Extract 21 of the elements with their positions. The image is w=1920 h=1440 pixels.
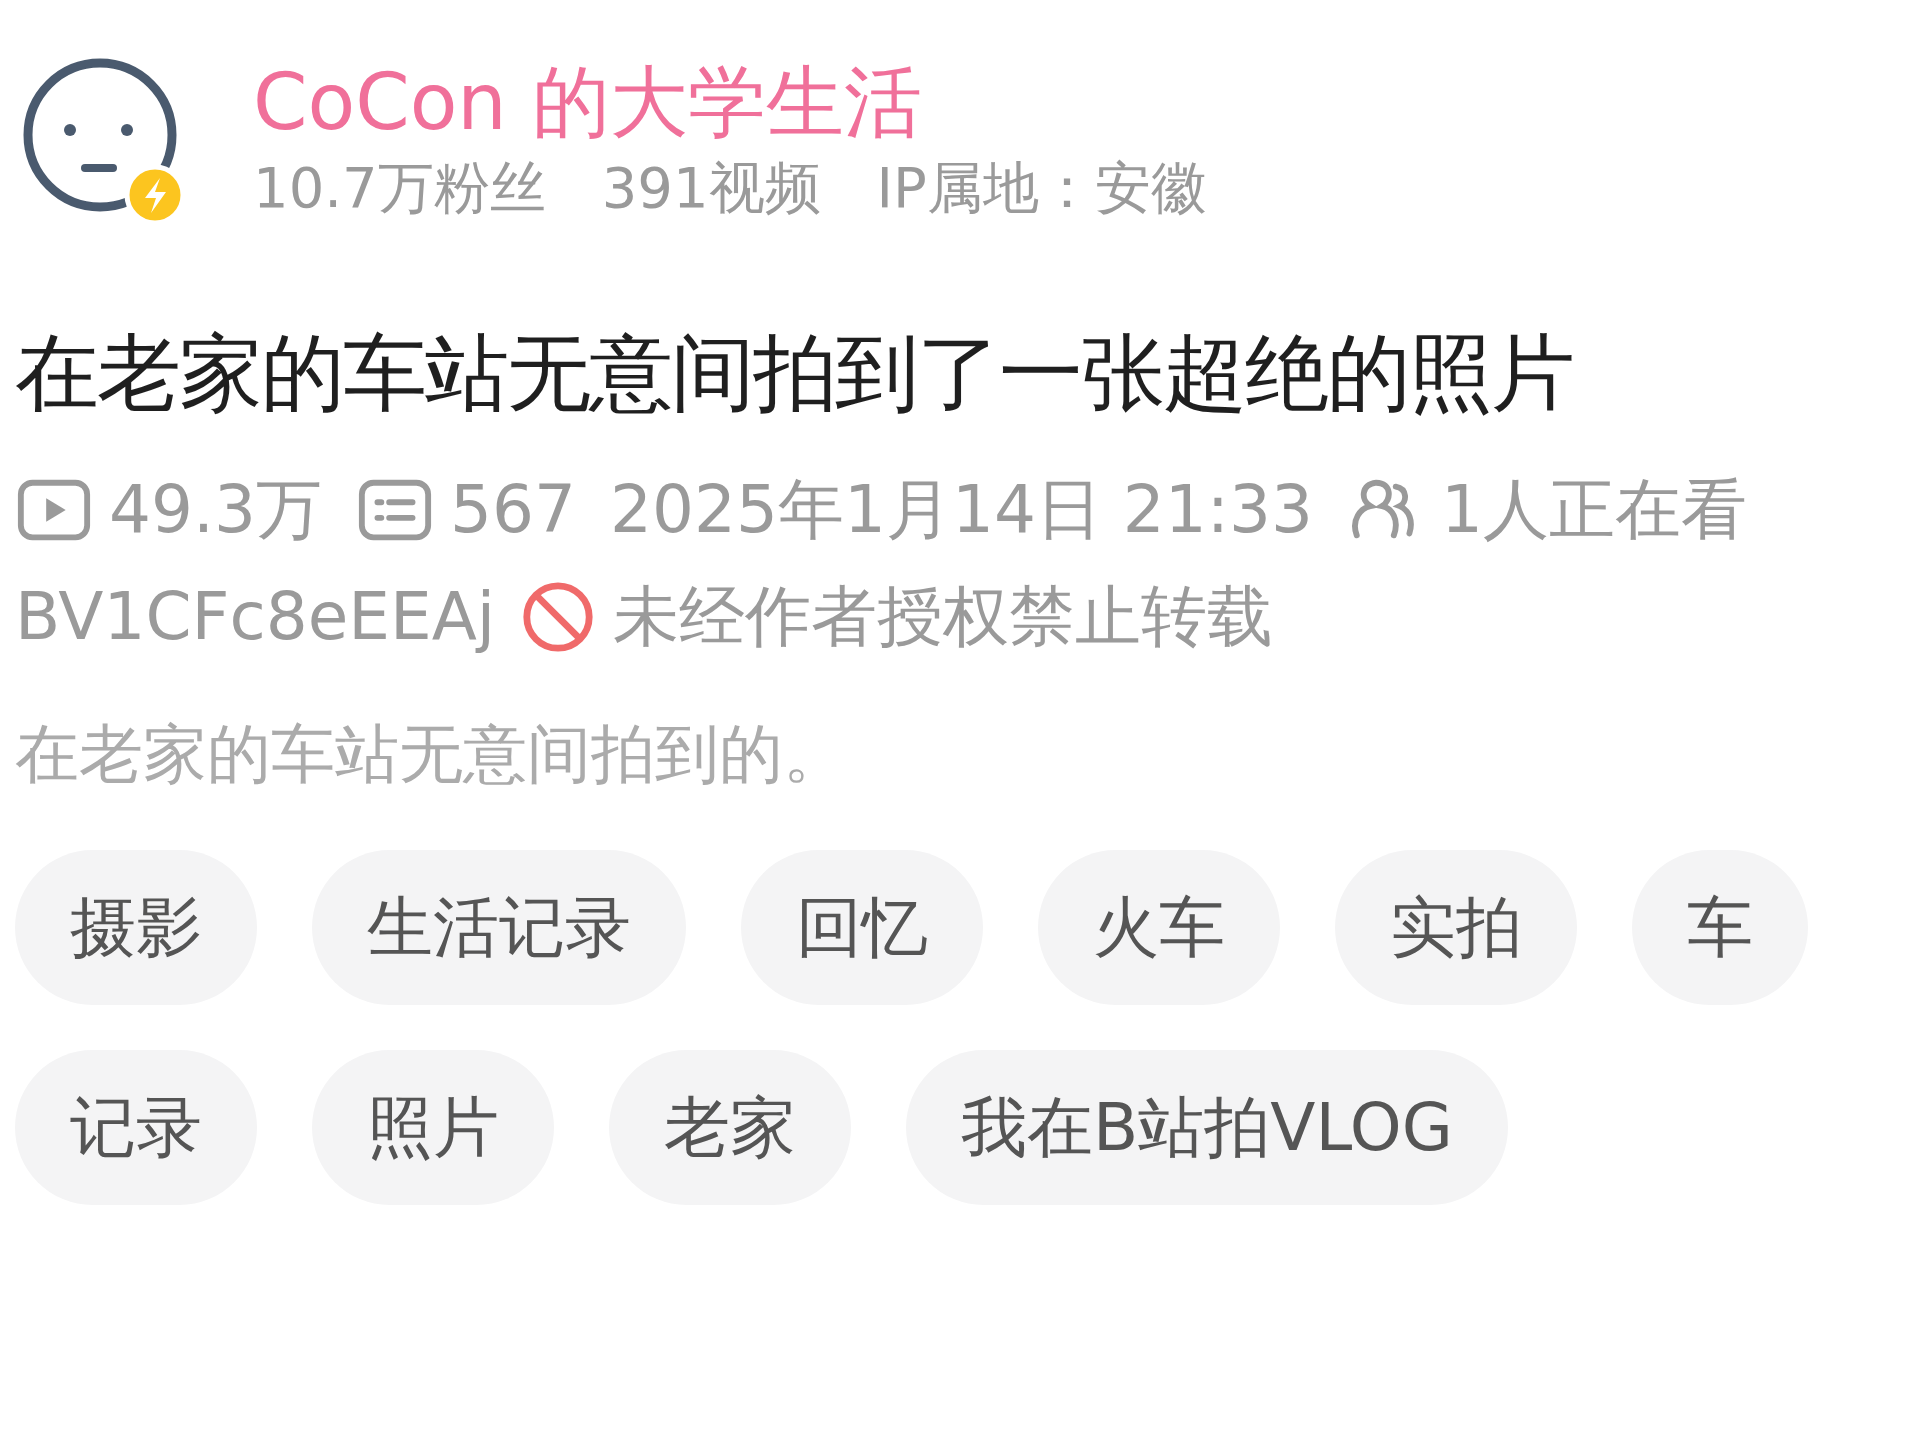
comments-count: 567 xyxy=(449,470,576,550)
video-id: BV1CFc8eEEAj xyxy=(15,577,496,657)
tag-chip[interactable]: 生活记录 xyxy=(312,850,686,1005)
tag-chip[interactable]: 照片 xyxy=(312,1050,554,1205)
watching-count: 1人正在看 xyxy=(1441,470,1748,550)
tag-chip[interactable]: 记录 xyxy=(15,1050,257,1205)
tag-chip[interactable]: 老家 xyxy=(609,1050,851,1205)
video-title: 在老家的车站无意间拍到了一张超绝的照片 xyxy=(15,323,1574,424)
views-count: 49.3万 xyxy=(109,470,322,550)
tag-chip[interactable]: 我在B站拍VLOG xyxy=(906,1050,1508,1205)
publish-date: 2025年1月14日 21:33 xyxy=(609,470,1314,550)
tag-chip[interactable]: 火车 xyxy=(1038,850,1280,1005)
uploader-stat: 391视频 xyxy=(601,153,821,222)
tag-chip[interactable]: 车 xyxy=(1632,850,1808,1005)
tag-chip[interactable]: 回忆 xyxy=(741,850,983,1005)
uploader-stat: 10.7万粉丝 xyxy=(253,153,546,222)
uploader-stat: IP属地：安徽 xyxy=(876,153,1207,222)
copyright-notice: 未经作者授权禁止转载 xyxy=(613,577,1274,657)
tag-chip[interactable]: 实拍 xyxy=(1335,850,1577,1005)
tag-chip[interactable]: 摄影 xyxy=(15,850,257,1005)
video-description: 在老家的车站无意间拍到的。 xyxy=(15,716,848,793)
